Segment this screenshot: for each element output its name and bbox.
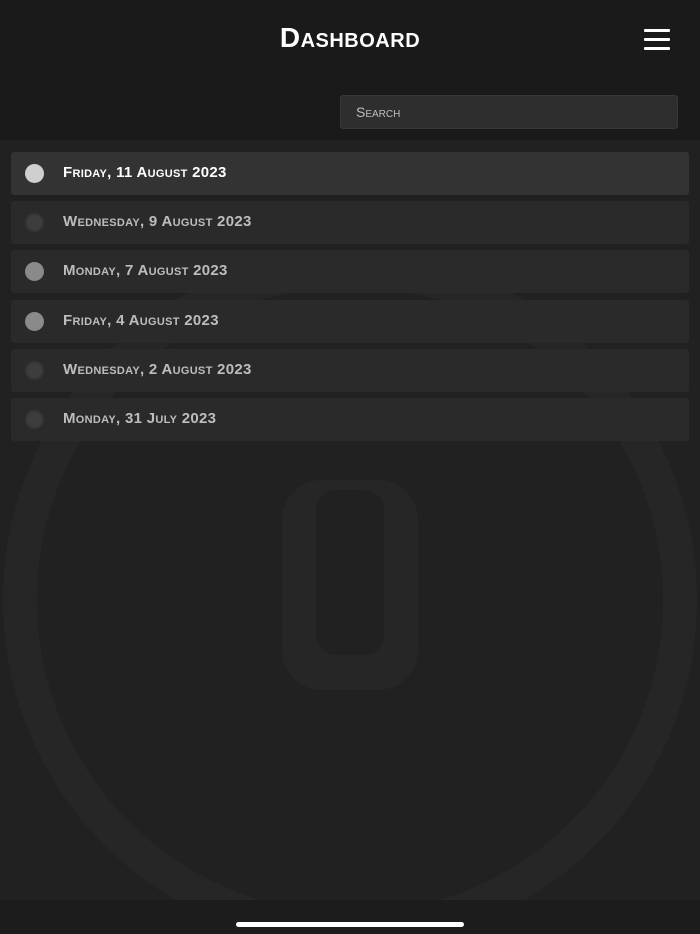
date-list: Friday, 11 August 2023 Wednesday, 9 Augus…: [11, 152, 689, 447]
status-indicator-icon: [25, 164, 44, 183]
hamburger-menu-icon[interactable]: [640, 26, 674, 52]
status-indicator-icon: [25, 360, 44, 380]
search-input[interactable]: [340, 95, 678, 129]
app-screen: Dashboard Friday, 11 August 2023 Wednesda…: [0, 0, 700, 934]
list-item-label: Monday, 31 July 2023: [63, 409, 217, 427]
status-indicator-icon: [25, 213, 44, 233]
list-item-label: Monday, 7 August 2023: [63, 262, 228, 280]
list-item[interactable]: Wednesday, 2 August 2023: [11, 348, 689, 392]
status-indicator-icon: [25, 262, 44, 282]
top-bar: Dashboard: [0, 0, 700, 140]
list-item[interactable]: Monday, 31 July 2023: [11, 397, 689, 441]
list-item[interactable]: Friday, 4 August 2023: [11, 299, 689, 343]
list-item-label: Friday, 11 August 2023: [63, 164, 227, 181]
list-item-label: Friday, 4 August 2023: [63, 311, 219, 329]
list-item[interactable]: Friday, 11 August 2023: [11, 152, 689, 195]
list-item[interactable]: Monday, 7 August 2023: [11, 250, 689, 294]
background-logo-watermark: [3, 253, 697, 934]
status-indicator-icon: [25, 409, 44, 429]
status-indicator-icon: [25, 311, 44, 331]
list-item-label: Wednesday, 2 August 2023: [63, 360, 252, 378]
page-title: Dashboard: [279, 22, 421, 53]
list-item-label: Wednesday, 9 August 2023: [63, 213, 252, 231]
bottom-bar: [0, 900, 700, 934]
list-item[interactable]: Wednesday, 9 August 2023: [11, 201, 689, 245]
home-indicator[interactable]: [236, 922, 464, 927]
